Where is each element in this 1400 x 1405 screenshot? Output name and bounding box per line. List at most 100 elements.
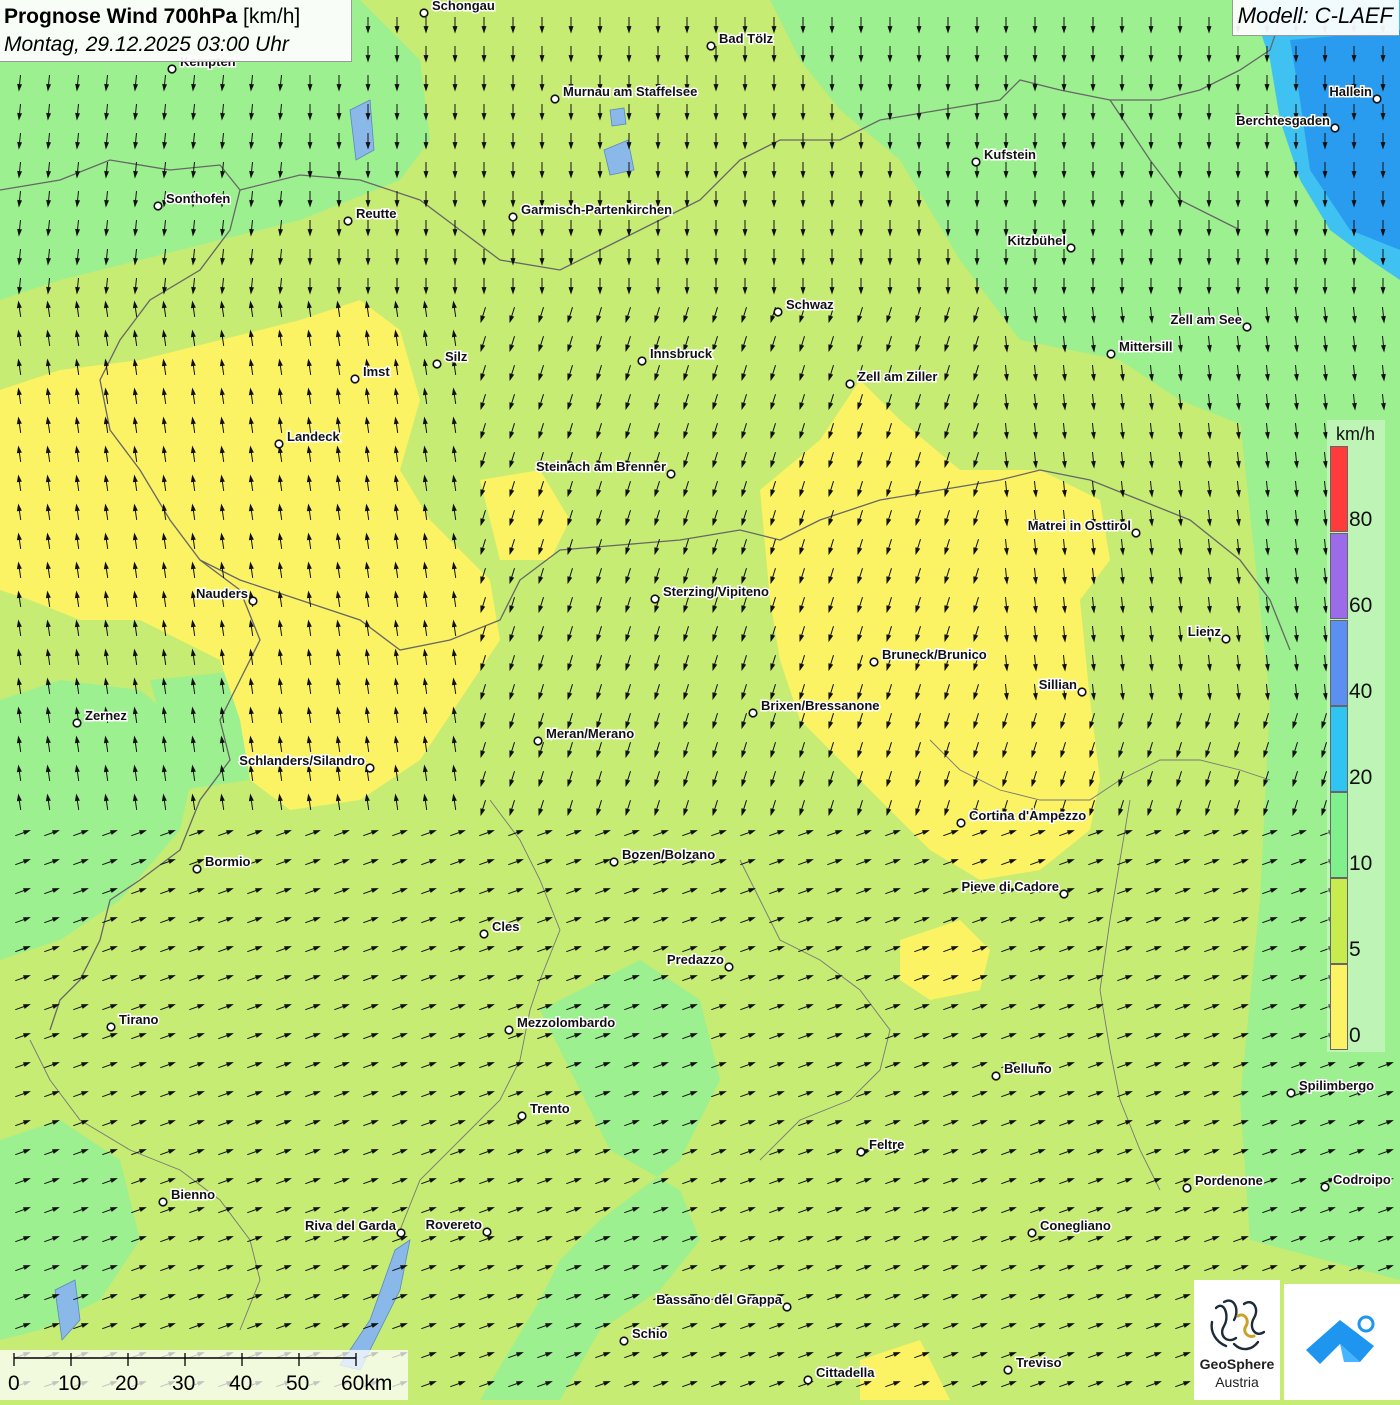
city-label: Nauders xyxy=(196,586,248,601)
city-label: Steinach am Brenner xyxy=(536,459,666,474)
city-marker-icon xyxy=(1372,94,1382,104)
legend-unit: km/h xyxy=(1336,424,1376,444)
city-label: Bozen/Bolzano xyxy=(622,847,715,862)
city-marker-icon xyxy=(106,1022,116,1032)
city-label: Sillian xyxy=(1039,677,1077,692)
city-label: Garmisch-Partenkirchen xyxy=(521,202,672,217)
city-label: Lienz xyxy=(1188,624,1222,639)
city-marker-icon xyxy=(1286,1088,1296,1098)
scale-label-40: 40 xyxy=(229,1372,253,1395)
legend-tick-5: 5 xyxy=(1349,938,1361,961)
city-label: Schwaz xyxy=(786,297,834,312)
legend-tick-80: 80 xyxy=(1349,508,1373,531)
city-label: Treviso xyxy=(1016,1355,1062,1370)
city-marker-icon xyxy=(419,8,429,18)
geosphere-logo[interactable]: GeoSphere Austria xyxy=(1194,1280,1280,1400)
forecast-datetime: Montag, 29.12.2025 03:00 Uhr xyxy=(4,33,289,56)
legend-tick-40: 40 xyxy=(1349,680,1373,703)
legend-color-4 xyxy=(1330,792,1348,878)
city-label: Hallein xyxy=(1329,84,1372,99)
map-title: Prognose Wind 700hPa [km/h] xyxy=(4,3,351,31)
city-marker-icon xyxy=(1221,634,1231,644)
city-label: Bienno xyxy=(171,1187,215,1202)
legend-tick-0: 0 xyxy=(1349,1024,1361,1047)
city-marker-icon xyxy=(803,1375,813,1385)
city-label: Sterzing/Vipiteno xyxy=(663,584,769,599)
city-marker-icon xyxy=(508,212,518,222)
city-marker-icon xyxy=(748,708,758,718)
city-marker-icon xyxy=(782,1302,792,1312)
geosphere-logo-line2: Austria xyxy=(1215,1374,1259,1390)
city-marker-icon xyxy=(724,962,734,972)
legend-color-2 xyxy=(1330,620,1348,706)
city-marker-icon xyxy=(396,1228,406,1238)
city-marker-icon xyxy=(432,359,442,369)
city-marker-icon xyxy=(504,1025,514,1035)
city-marker-icon xyxy=(637,356,647,366)
city-label: Schongau xyxy=(432,0,495,13)
city-label: Cittadella xyxy=(816,1365,875,1380)
city-label: Schio xyxy=(632,1326,667,1341)
city-marker-icon xyxy=(650,594,660,604)
city-label: Meran/Merano xyxy=(546,726,634,741)
city-label: Riva del Garda xyxy=(305,1218,397,1233)
city-marker-icon xyxy=(343,216,353,226)
city-label: Murnau am Staffelsee xyxy=(563,84,697,99)
scale-label-10: 10 xyxy=(58,1372,82,1395)
city-marker-icon xyxy=(517,1111,527,1121)
scale-label-60km: 60km xyxy=(341,1372,393,1395)
city-marker-icon xyxy=(350,374,360,384)
city-label: Codroipo xyxy=(1333,1172,1391,1187)
city-label: Landeck xyxy=(287,429,341,444)
city-marker-icon xyxy=(609,857,619,867)
city-marker-icon xyxy=(479,929,489,939)
city-label: Rovereto xyxy=(426,1217,482,1232)
city-label: Pieve di Cadore xyxy=(961,879,1059,894)
city-label: Spilimbergo xyxy=(1299,1078,1374,1093)
city-marker-icon xyxy=(158,1197,168,1207)
title-unit: [km/h] xyxy=(243,5,301,28)
city-label: Brixen/Bressanone xyxy=(761,698,880,713)
city-marker-icon xyxy=(1320,1182,1330,1192)
scale-label-20: 20 xyxy=(115,1372,139,1395)
legend-color-3 xyxy=(1330,706,1348,792)
wind-forecast-map[interactable]: SchongauBad TölzKemptenMurnau am Staffel… xyxy=(0,0,1400,1400)
city-marker-icon xyxy=(248,596,258,606)
weather-app-icon xyxy=(1306,1315,1375,1364)
city-marker-icon xyxy=(274,439,284,449)
city-label: Imst xyxy=(363,364,390,379)
city-marker-icon xyxy=(706,41,716,51)
legend-tick-20: 20 xyxy=(1349,766,1373,789)
city-marker-icon xyxy=(365,763,375,773)
city-label: Schlanders/Silandro xyxy=(239,753,365,768)
city-label: Conegliano xyxy=(1040,1218,1111,1233)
geosphere-emblem-icon xyxy=(1210,1299,1266,1351)
city-label: Feltre xyxy=(869,1137,904,1152)
scale-label-30: 30 xyxy=(172,1372,196,1395)
city-label: Zell am See xyxy=(1170,312,1242,327)
city-marker-icon xyxy=(72,718,82,728)
weather-app-logo[interactable] xyxy=(1284,1284,1400,1400)
city-marker-icon xyxy=(1059,889,1069,899)
title-main: Prognose Wind 700hPa xyxy=(4,5,238,28)
city-label: Bruneck/Brunico xyxy=(882,647,987,662)
color-legend: km/h 80 60 40 20 10 5 0 xyxy=(1327,420,1385,1052)
city-marker-icon xyxy=(971,157,981,167)
city-marker-icon xyxy=(167,64,177,74)
legend-color-1 xyxy=(1330,533,1348,619)
city-label: Innsbruck xyxy=(650,346,713,361)
city-marker-icon xyxy=(533,736,543,746)
city-label: Silz xyxy=(445,349,468,364)
city-label: Tirano xyxy=(119,1012,159,1027)
legend-tick-10: 10 xyxy=(1349,852,1373,875)
scale-label-0: 0 xyxy=(8,1372,20,1395)
city-label: Mezzolombardo xyxy=(517,1015,615,1030)
city-marker-icon xyxy=(956,818,966,828)
city-marker-icon xyxy=(192,864,202,874)
city-label: Bormio xyxy=(205,854,251,869)
city-label: Berchtesgaden xyxy=(1236,113,1330,128)
city-marker-icon xyxy=(856,1147,866,1157)
city-label: Trento xyxy=(530,1101,570,1116)
city-marker-icon xyxy=(1003,1365,1013,1375)
legend-color-6 xyxy=(1330,964,1348,1050)
